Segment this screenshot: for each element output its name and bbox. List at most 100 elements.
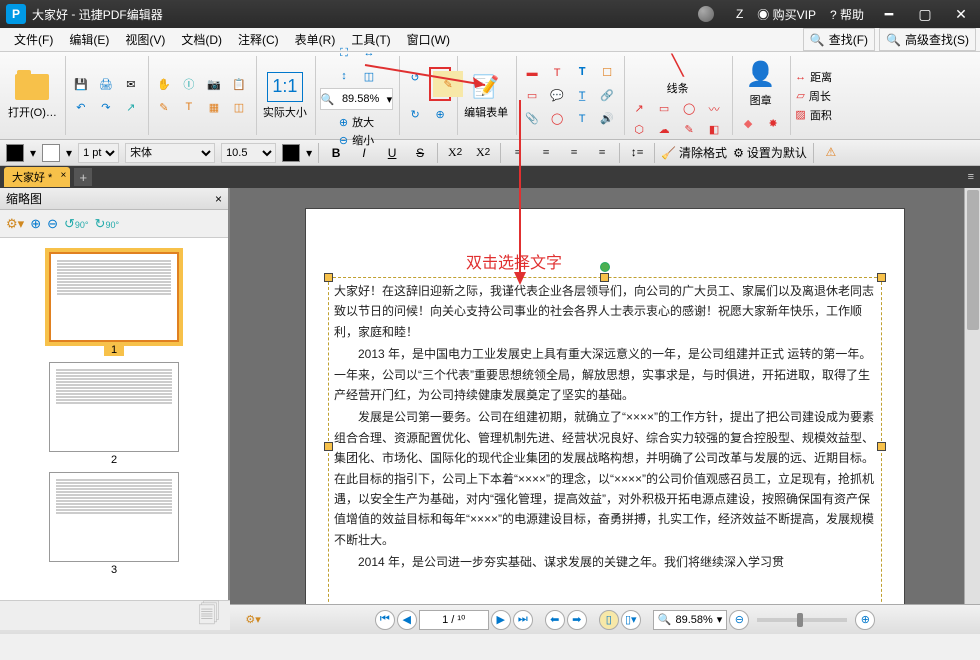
bold-button[interactable]: B [325,143,347,163]
zoom-slider[interactable] [757,618,847,622]
text-color-swatch[interactable] [282,144,300,162]
font-size-select[interactable]: 10.5 [221,143,276,163]
text-tool-icon[interactable]: 𝐓 [571,63,593,83]
minimize-button[interactable]: ━ [878,5,900,23]
stroke-width-select[interactable]: 1 pt [78,143,119,163]
thumb-panel-close-icon[interactable]: × [215,192,222,206]
strike-button[interactable]: S [409,143,431,163]
oval-shape[interactable]: ◯ [679,100,699,118]
thumb-page-1[interactable] [49,252,179,342]
help-button[interactable]: ? 帮助 [830,6,864,23]
user-label[interactable]: Z [736,7,743,21]
rect-shape[interactable]: ▭ [654,100,674,118]
edit-text-icon[interactable]: T [178,97,200,117]
rotate-anchor[interactable] [600,262,610,272]
polyline-shape[interactable]: 〰 [704,100,724,118]
first-page-button[interactable]: ⏮ [375,610,395,630]
hand-icon[interactable]: ✋ [153,74,175,94]
menu-file[interactable]: 文件(F) [6,28,61,51]
typewriter-icon[interactable]: T [571,109,593,129]
pencil-shape[interactable]: ✎ [679,121,699,139]
thumb-zoom-out-icon[interactable]: ⊖ [47,216,58,232]
subscript-button[interactable]: X2 [444,143,466,163]
handle-tr[interactable] [877,273,886,282]
stroke-color-swatch[interactable] [42,144,60,162]
underline-text-icon[interactable]: T̲ [571,86,593,106]
area-tool[interactable]: ▨面积 [795,107,831,123]
doc-tab[interactable]: 大家好 *× [4,167,70,187]
status-zoom-select[interactable]: 🔍 89.58% ▾ [653,610,728,630]
align-justify-button[interactable]: ≡ [591,143,613,163]
zoom-in-button[interactable]: ⊕放大 [339,114,374,130]
maximize-button[interactable]: ▢ [914,5,936,23]
single-page-icon[interactable]: ▯ [599,610,619,630]
arrow-shape[interactable]: ↗ [629,100,649,118]
menu-annot[interactable]: 注释(C) [230,28,287,51]
menu-document[interactable]: 文档(D) [173,28,230,51]
tab-close-icon[interactable]: × [61,170,67,181]
redo-icon[interactable]: ↷ [95,97,117,117]
thumb-zoom-in-icon[interactable]: ⊕ [30,216,41,232]
help-format-icon[interactable]: ⚠ [820,143,842,163]
polygon-shape[interactable]: ⬡ [629,121,649,139]
tab-menu-icon[interactable]: ≡ [962,171,980,183]
save-icon[interactable]: 💾 [70,74,92,94]
print-icon[interactable]: 🖨 [95,74,117,94]
add-tab-button[interactable]: + [74,168,92,186]
edit-image-icon[interactable]: ▦ [203,97,225,117]
italic-button[interactable]: I [353,143,375,163]
vip-button[interactable]: ◉ 购买VIP [757,6,816,23]
handle-mr[interactable] [877,442,886,451]
align-center-button[interactable]: ≡ [535,143,557,163]
zoom-out-status[interactable]: ⊖ [729,610,749,630]
pdf-page[interactable]: 双击选择文字 大家好！在这辞旧迎新之际，我谨代表企业各层领导们，向公司的广大员工… [305,208,905,604]
underline-button[interactable]: U [381,143,403,163]
vertical-scrollbar[interactable] [964,188,980,604]
prev-page-button[interactable]: ◀ [397,610,417,630]
handle-tl[interactable] [324,273,333,282]
page-number-box[interactable]: 1 / ¹⁰ [419,610,489,630]
line-tool[interactable]: ╲ 线条 [667,53,689,96]
clipboard-icon[interactable]: 📋 [228,74,250,94]
forward-button[interactable]: ➡ [567,610,587,630]
set-default-button[interactable]: ⚙设置为默认 [733,144,807,161]
perimeter-tool[interactable]: ▱周长 [796,88,830,104]
clear-format-button[interactable]: 🧹清除格式 [661,144,727,161]
handle-ml[interactable] [324,442,333,451]
adv-find-button[interactable]: 🔍 高级查找(S) [879,28,976,51]
note-icon[interactable]: ☐ [596,63,618,83]
menu-edit[interactable]: 编辑(E) [61,28,117,51]
sound-icon[interactable]: 🔊 [596,109,618,129]
close-button[interactable]: ✕ [950,5,972,23]
stamp-button[interactable]: 👤 图章 [741,58,781,110]
font-select[interactable]: 宋体 [125,143,215,163]
thumbnail-list[interactable]: 1 2 3 [0,238,228,604]
thumb-rot-cw-icon[interactable]: ↻90° [95,216,120,232]
globe-icon[interactable] [698,6,714,22]
snapshot-icon[interactable]: 📷 [203,74,225,94]
thumb-page-2[interactable] [49,362,179,452]
distance-tool[interactable]: ↔距离 [795,69,832,85]
email-icon[interactable]: ✉ [120,74,142,94]
align-right-button[interactable]: ≡ [563,143,585,163]
edit-content-icon[interactable]: ✎ [153,97,175,117]
pointer-icon[interactable]: ↗ [120,97,142,117]
menu-window[interactable]: 窗口(W) [399,28,458,51]
find-button[interactable]: 🔍 查找(F) [803,28,875,51]
thumb-rot-ccw-icon[interactable]: ↺90° [64,216,89,232]
menu-view[interactable]: 视图(V) [117,28,173,51]
actual-size-button[interactable]: 1:1 实际大小 [261,70,309,122]
fill-color-swatch[interactable] [6,144,24,162]
edit-object-icon[interactable]: ◫ [228,97,250,117]
squiggly-icon[interactable]: ◯ [546,109,568,129]
link-icon[interactable]: 🔗 [596,86,618,106]
cloud-shape[interactable]: ☁ [654,121,674,139]
continuous-icon[interactable]: ▯▾ [621,610,641,630]
open-button[interactable]: 打开(O)… [6,70,59,122]
thumb-page-3[interactable] [49,472,179,562]
burst-icon[interactable]: ✸ [762,114,784,134]
undo-icon[interactable]: ↶ [70,97,92,117]
fit-height-icon[interactable]: ↕ [333,66,355,86]
superscript-button[interactable]: X2 [472,143,494,163]
page-view[interactable]: 双击选择文字 大家好！在这辞旧迎新之际，我谨代表企业各层领导们，向公司的广大员工… [230,188,980,604]
